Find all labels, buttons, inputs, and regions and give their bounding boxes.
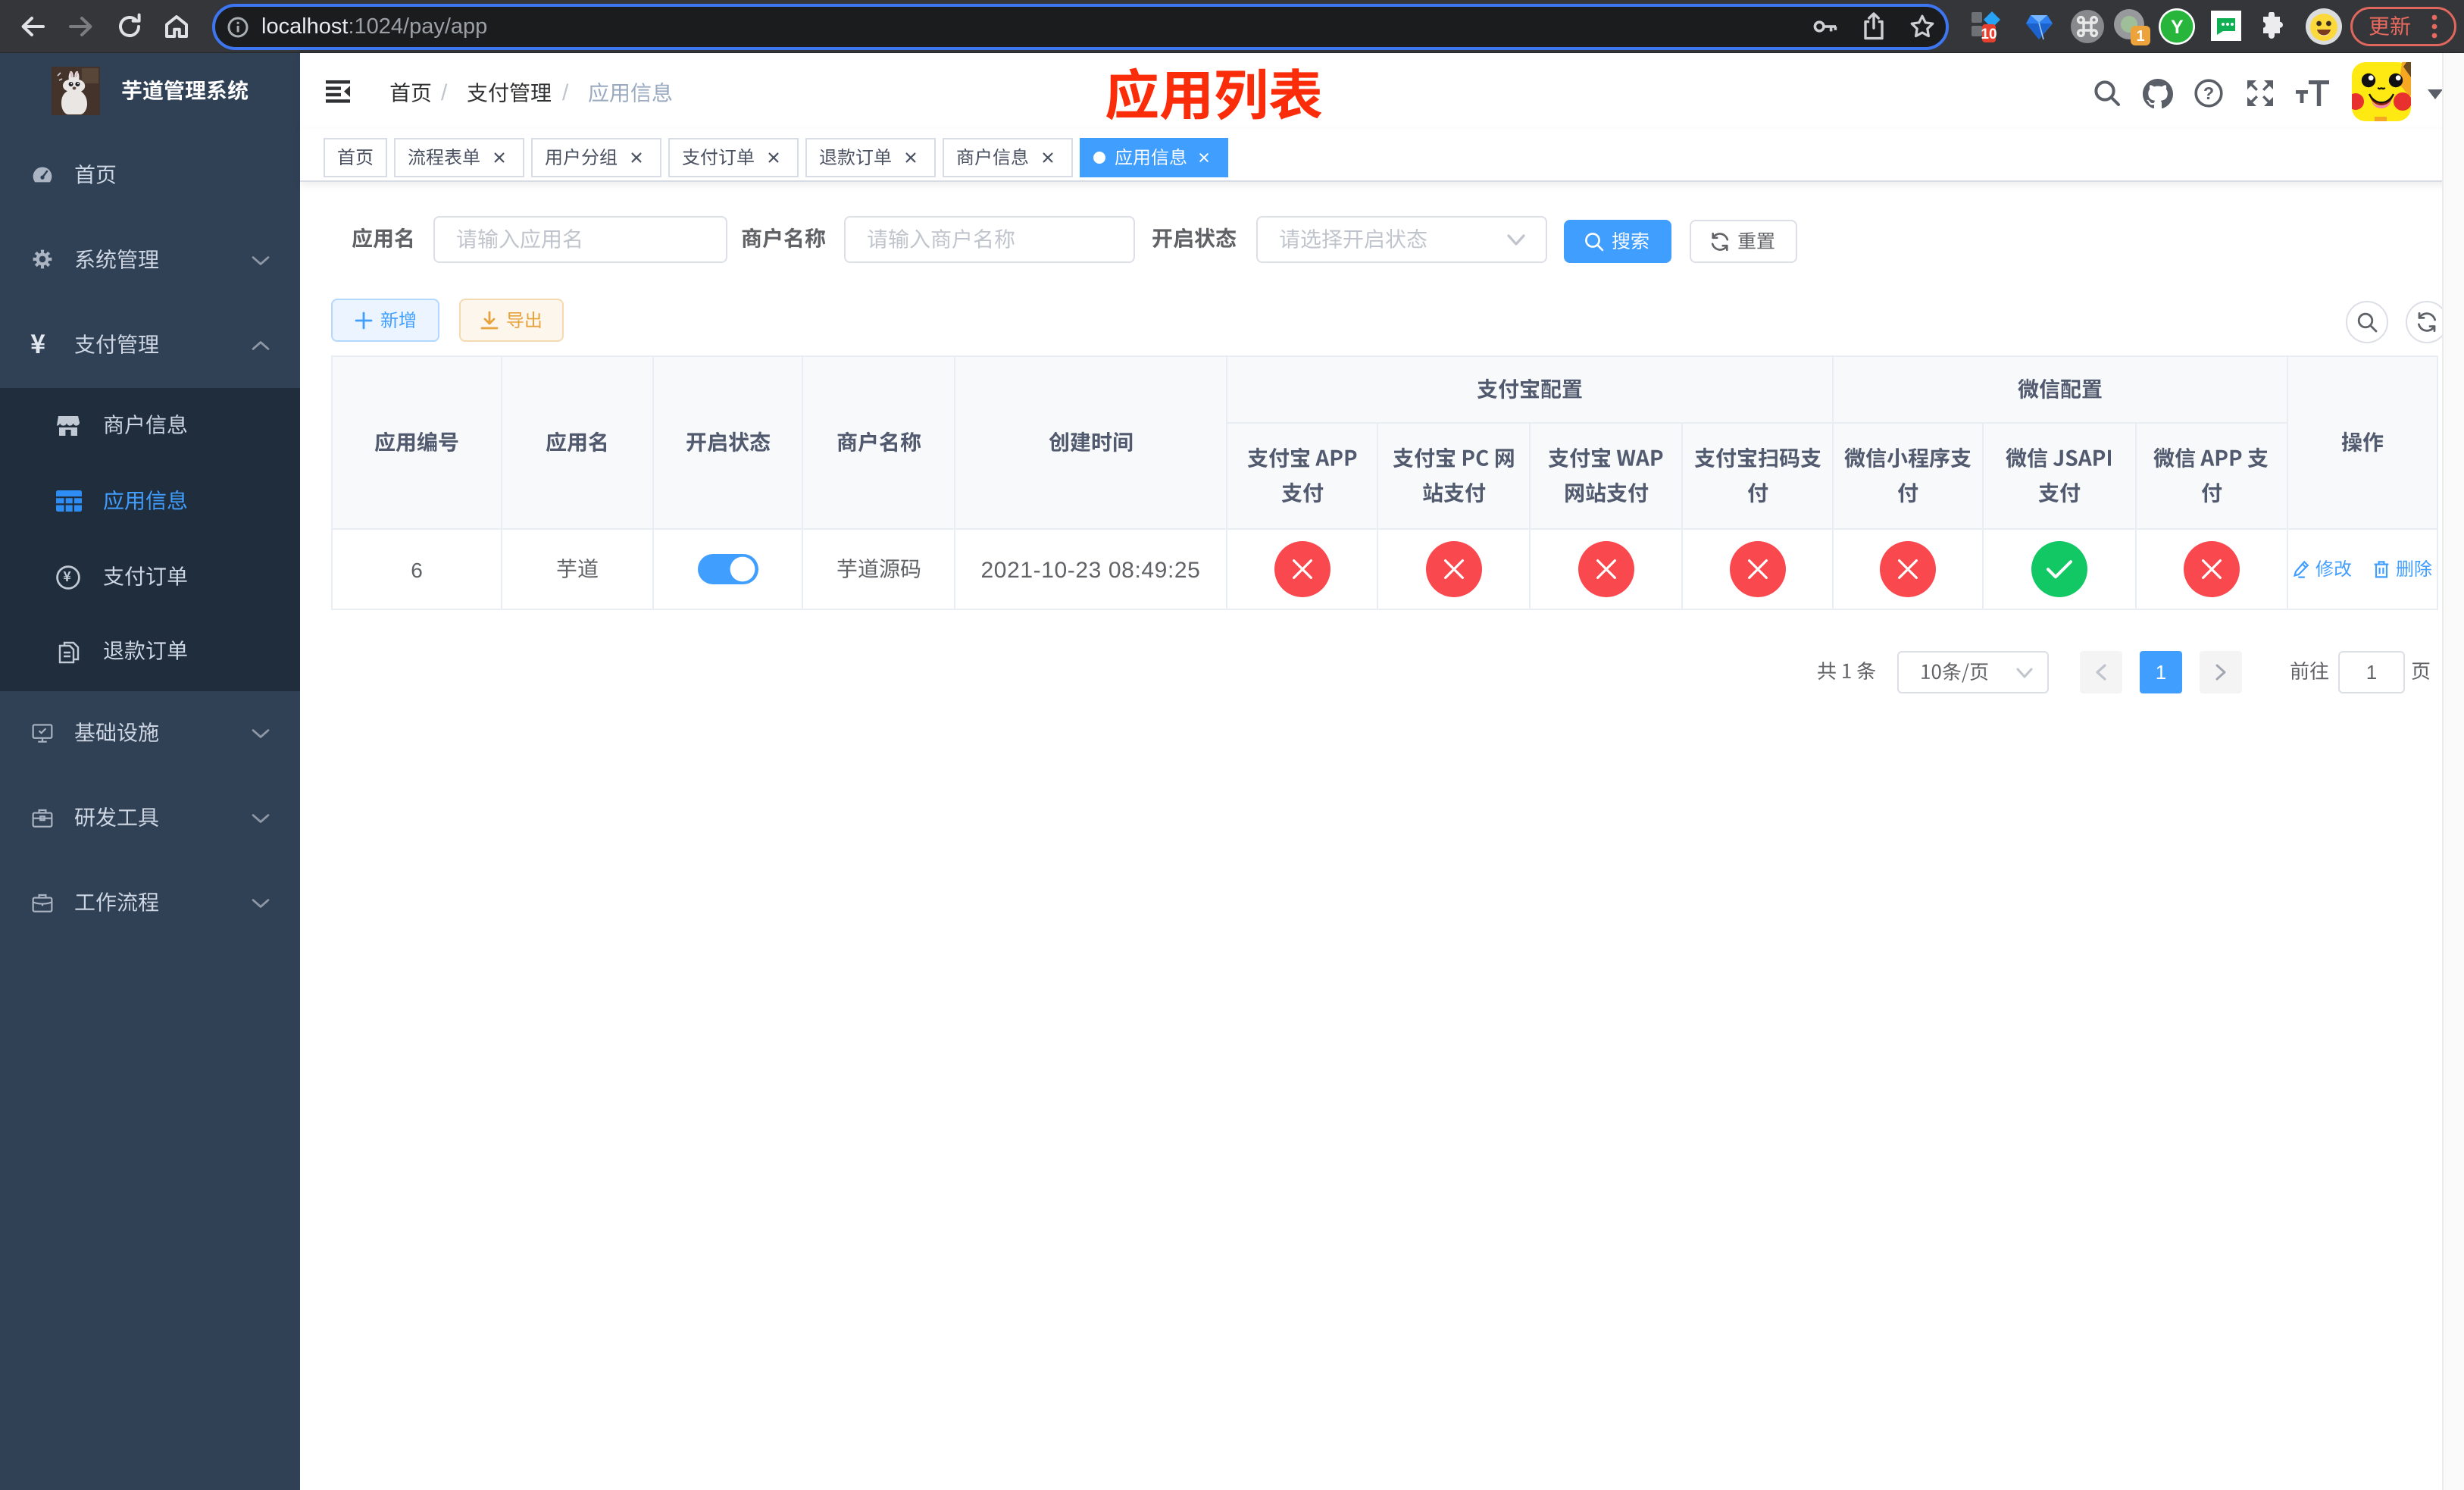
svg-text:1: 1 <box>2136 28 2144 45</box>
svg-text:10: 10 <box>1981 27 1997 42</box>
svg-text:?: ? <box>2203 83 2214 103</box>
svg-text:Y: Y <box>2171 17 2184 38</box>
